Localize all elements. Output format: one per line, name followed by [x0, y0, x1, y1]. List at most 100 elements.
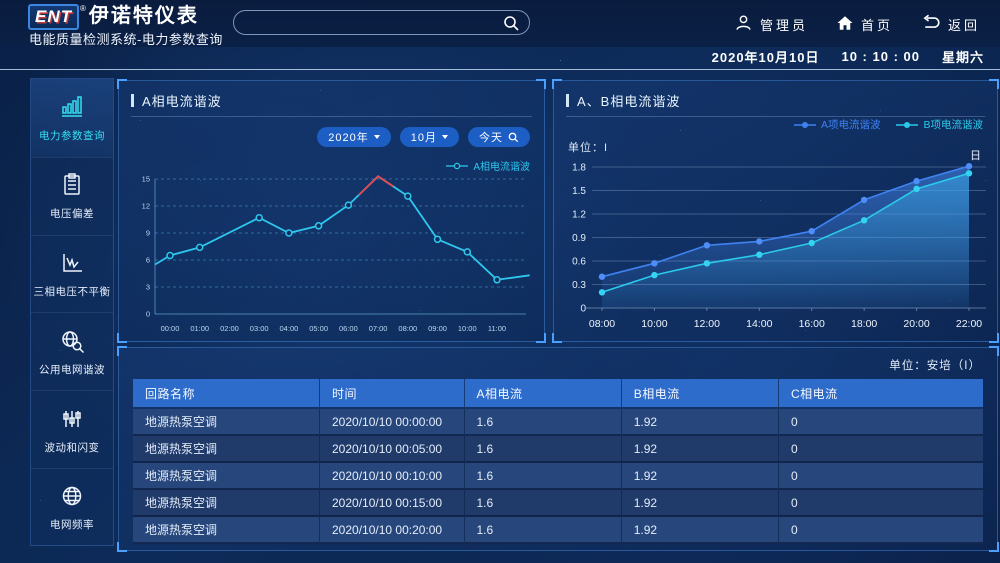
- sidebar-item-label: 三相电压不平衡: [34, 284, 111, 299]
- globe-search-icon: [58, 327, 86, 355]
- table-cell: 地源热泵空调: [133, 490, 320, 517]
- table-cell: 2020/10/10 00:15:00: [320, 490, 465, 517]
- unit-label: 单位：I: [568, 139, 608, 155]
- svg-text:22:00: 22:00: [956, 318, 982, 330]
- table-row: 地源热泵空调2020/10/10 00:15:001.61.920: [133, 490, 983, 517]
- sidebar-item-label: 公用电网谐波: [39, 362, 105, 377]
- return-icon: [921, 14, 941, 35]
- registered-mark: ®: [80, 4, 86, 13]
- search-icon[interactable]: [503, 15, 520, 37]
- svg-text:01:00: 01:00: [190, 324, 209, 333]
- sidebar-item-label: 波动和闪变: [45, 440, 100, 455]
- legend-label: A项电流谐波: [821, 117, 881, 132]
- svg-text:11:00: 11:00: [488, 324, 506, 333]
- svg-text:6: 6: [146, 256, 150, 265]
- table-column-header: B相电流: [622, 379, 779, 409]
- corner-decoration: [117, 333, 127, 343]
- legend-phase-a[interactable]: A相电流谐波: [446, 158, 530, 173]
- clipboard-icon: [58, 171, 86, 199]
- table-cell: 地源热泵空调: [133, 409, 320, 436]
- legend-phase-b-item[interactable]: B项电流谐波: [896, 117, 983, 132]
- table-cell: 地源热泵空调: [133, 517, 320, 544]
- system-subtitle: 电能质量检测系统-电力参数查询: [29, 29, 223, 48]
- sliders-icon: [58, 405, 86, 433]
- search-bar[interactable]: [233, 10, 530, 35]
- table-cell: 1.92: [622, 517, 779, 544]
- table-cell: 0: [779, 490, 983, 517]
- home-label: 首页: [861, 15, 893, 34]
- user-icon: [734, 13, 753, 35]
- current-weekday: 星期六: [942, 47, 984, 66]
- table-cell: 0: [779, 409, 983, 436]
- year-select-button[interactable]: 2020年: [317, 127, 390, 147]
- legend-label: A相电流谐波: [473, 158, 530, 173]
- table-column-header: A相电流: [465, 379, 622, 409]
- phase-ab-harmonics-chart: 00.30.60.91.21.51.808:0010:0012:0014:001…: [562, 157, 989, 339]
- svg-text:09:00: 09:00: [428, 324, 447, 333]
- phase-a-harmonics-chart: 0369121500:0001:0002:0003:0004:0005:0006…: [129, 173, 534, 343]
- title-underline: [131, 116, 532, 117]
- title-accent-bar: [131, 94, 134, 107]
- table-cell: 1.6: [465, 436, 622, 463]
- svg-text:02:00: 02:00: [220, 324, 239, 333]
- user-menu[interactable]: 管理员: [734, 13, 808, 35]
- sidebar-item-6[interactable]: 电网频率: [31, 468, 113, 546]
- svg-text:16:00: 16:00: [799, 318, 825, 330]
- globe-icon: [58, 482, 86, 510]
- app-header: ENT ® 伊诺特仪表 电能质量检测系统-电力参数查询 管理员: [0, 0, 1000, 47]
- table-unit-label: 单位：安培（I）: [119, 348, 997, 379]
- svg-text:12: 12: [142, 202, 150, 211]
- table-row: 地源热泵空调2020/10/10 00:05:001.61.920: [133, 436, 983, 463]
- svg-text:0: 0: [146, 310, 150, 319]
- sidebar-item-5[interactable]: 波动和闪变: [31, 390, 113, 468]
- search-input[interactable]: [248, 12, 488, 33]
- svg-text:0.9: 0.9: [572, 233, 586, 244]
- chevron-down-icon: [442, 135, 448, 139]
- svg-text:05:00: 05:00: [309, 324, 328, 333]
- search-icon: [508, 132, 519, 143]
- table-cell: 地源热泵空调: [133, 463, 320, 490]
- corner-decoration: [536, 333, 546, 343]
- legend-phase-a-item[interactable]: A项电流谐波: [794, 117, 881, 132]
- panel-title: A、B相电流谐波: [554, 81, 997, 116]
- back-button[interactable]: 返回: [921, 13, 980, 35]
- svg-text:00:00: 00:00: [161, 324, 180, 333]
- sidebar-item-1[interactable]: 电力参数查询: [31, 79, 113, 157]
- table-cell: 2020/10/10 00:10:00: [320, 463, 465, 490]
- today-search-button[interactable]: 今天: [468, 127, 530, 147]
- legend-marker-icon: [794, 121, 816, 129]
- table-column-header: C相电流: [779, 379, 983, 409]
- svg-text:9: 9: [146, 229, 150, 238]
- corner-decoration: [552, 333, 562, 343]
- date-filter-controls: 2020年 10月 今天: [317, 127, 530, 147]
- brand-title: 伊诺特仪表: [89, 4, 199, 28]
- home-button[interactable]: 首页: [836, 13, 893, 35]
- table-cell: 1.92: [622, 490, 779, 517]
- month-select-button[interactable]: 10月: [400, 127, 459, 147]
- user-label: 管理员: [760, 15, 808, 34]
- table-cell: 0: [779, 463, 983, 490]
- phase-a-harmonics-panel: A相电流谐波 2020年 10月 今天 A相电流谐波 0369121500:00…: [118, 80, 545, 342]
- sidebar-item-3[interactable]: 三相电压不平衡: [31, 235, 113, 313]
- header-actions: 管理员 首页 返回: [734, 13, 980, 35]
- svg-text:0: 0: [580, 304, 586, 315]
- legend-label: B项电流谐波: [923, 117, 983, 132]
- svg-text:07:00: 07:00: [369, 324, 388, 333]
- chevron-down-icon: [374, 135, 380, 139]
- sidebar-item-2[interactable]: 电压偏差: [31, 157, 113, 235]
- svg-text:08:00: 08:00: [589, 318, 615, 330]
- table-row: 地源热泵空调2020/10/10 00:20:001.61.920: [133, 517, 983, 544]
- current-data-table: 回路名称时间A相电流B相电流C相电流 地源热泵空调2020/10/10 00:0…: [133, 379, 983, 544]
- sidebar-item-4[interactable]: 公用电网谐波: [31, 312, 113, 390]
- svg-text:20:00: 20:00: [903, 318, 929, 330]
- sidebar-nav: 电力参数查询电压偏差三相电压不平衡公用电网谐波波动和闪变电网频率: [30, 78, 114, 546]
- svg-text:14:00: 14:00: [746, 318, 772, 330]
- year-select-label: 2020年: [328, 129, 368, 145]
- corner-decoration: [989, 542, 999, 552]
- table-row: 地源热泵空调2020/10/10 00:00:001.61.920: [133, 409, 983, 436]
- svg-text:10:00: 10:00: [458, 324, 477, 333]
- table-cell: 0: [779, 436, 983, 463]
- legend-row: A项电流谐波 B项电流谐波: [794, 117, 983, 132]
- panel-title-text: A、B相电流谐波: [577, 91, 680, 110]
- table-cell: 1.92: [622, 463, 779, 490]
